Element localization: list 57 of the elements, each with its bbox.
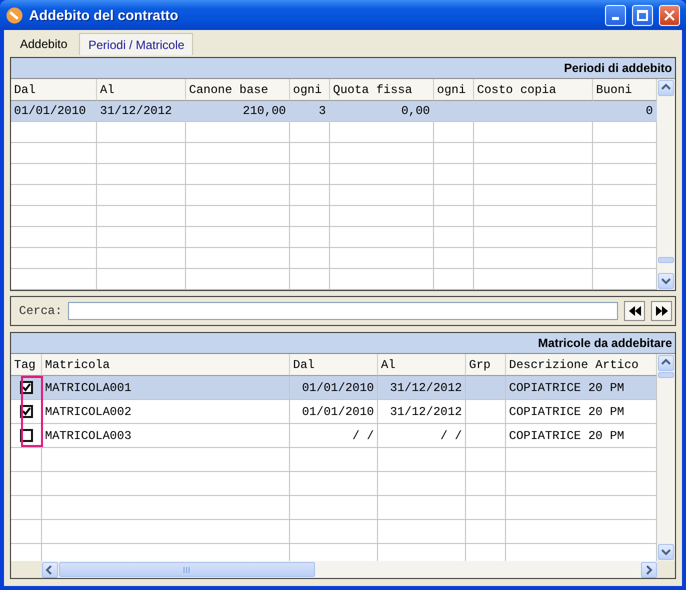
scroll-thumb[interactable]	[59, 562, 315, 577]
vertical-scrollbar[interactable]	[657, 79, 675, 290]
table-cell	[434, 269, 474, 290]
column-header[interactable]: Matricola	[42, 354, 290, 376]
panel-title: Periodi di addebito	[564, 61, 672, 75]
column-header[interactable]: ogni	[290, 79, 330, 101]
checkmark-icon	[22, 383, 30, 392]
table-row[interactable]: MATRICOLA001 01/01/2010 31/12/2012 COPIATRICE 20 PM	[11, 376, 657, 400]
scroll-down-button[interactable]	[658, 273, 674, 289]
maximize-icon	[637, 10, 648, 20]
table-cell	[290, 269, 330, 290]
close-icon	[664, 10, 675, 20]
previous-button[interactable]	[624, 301, 645, 321]
maximize-button[interactable]	[632, 4, 653, 26]
minimize-icon	[612, 17, 619, 20]
grip-icon	[183, 566, 191, 572]
arrow-right-icon	[644, 564, 654, 574]
app-icon	[6, 6, 23, 24]
column-header[interactable]: Dal	[11, 79, 97, 101]
tab[interactable]: Addebito	[12, 33, 76, 55]
column-header[interactable]: Descrizione Artico	[506, 354, 657, 376]
scroll-thumb[interactable]	[658, 257, 674, 263]
checkmark-icon	[22, 407, 30, 416]
column-header[interactable]: Dal	[290, 354, 378, 376]
window-title: Addebito del contratto	[29, 7, 180, 23]
scroll-thumb[interactable]	[658, 372, 674, 378]
search-label: Cerca:	[19, 304, 62, 318]
table-row[interactable]: MATRICOLA003 / / / / COPIATRICE 20 PM	[11, 424, 657, 448]
arrow-down-icon	[661, 276, 671, 286]
scroll-right-button[interactable]	[641, 562, 657, 578]
search-field[interactable]	[68, 302, 618, 320]
highlight-frame	[21, 376, 43, 447]
arrow-down-icon	[661, 547, 671, 557]
rewind-icon	[628, 306, 640, 316]
panel-title: Matricole da addebitare	[538, 336, 672, 350]
scroll-left-button[interactable]	[42, 562, 58, 578]
scroll-down-button[interactable]	[658, 544, 674, 560]
tab[interactable]: Periodi / Matricole	[79, 33, 194, 55]
column-header[interactable]: Costo copia	[474, 79, 593, 101]
fast-forward-icon	[656, 306, 668, 316]
column-header[interactable]: Al	[378, 354, 466, 376]
next-button[interactable]	[651, 301, 672, 321]
minimize-button[interactable]	[605, 4, 626, 26]
column-header[interactable]: ogni	[434, 79, 474, 101]
column-header[interactable]: Canone base	[186, 79, 290, 101]
vertical-scrollbar[interactable]	[657, 354, 675, 561]
close-button[interactable]	[659, 4, 680, 26]
scroll-up-button[interactable]	[658, 80, 674, 96]
table-row[interactable]: MATRICOLA002 01/01/2010 31/12/2012 COPIATRICE 20 PM	[11, 400, 657, 424]
column-header[interactable]: Quota fissa	[330, 79, 434, 101]
table-row[interactable]: 01/01/2010 31/12/2012 210,00 3 0,00 0	[11, 101, 657, 122]
column-header[interactable]: Tag	[11, 354, 42, 376]
horizontal-scrollbar[interactable]	[42, 561, 657, 578]
column-header[interactable]: Al	[97, 79, 186, 101]
column-header[interactable]: Grp	[466, 354, 506, 376]
column-header[interactable]: Buoni	[593, 79, 657, 101]
scroll-up-button[interactable]	[658, 355, 674, 371]
